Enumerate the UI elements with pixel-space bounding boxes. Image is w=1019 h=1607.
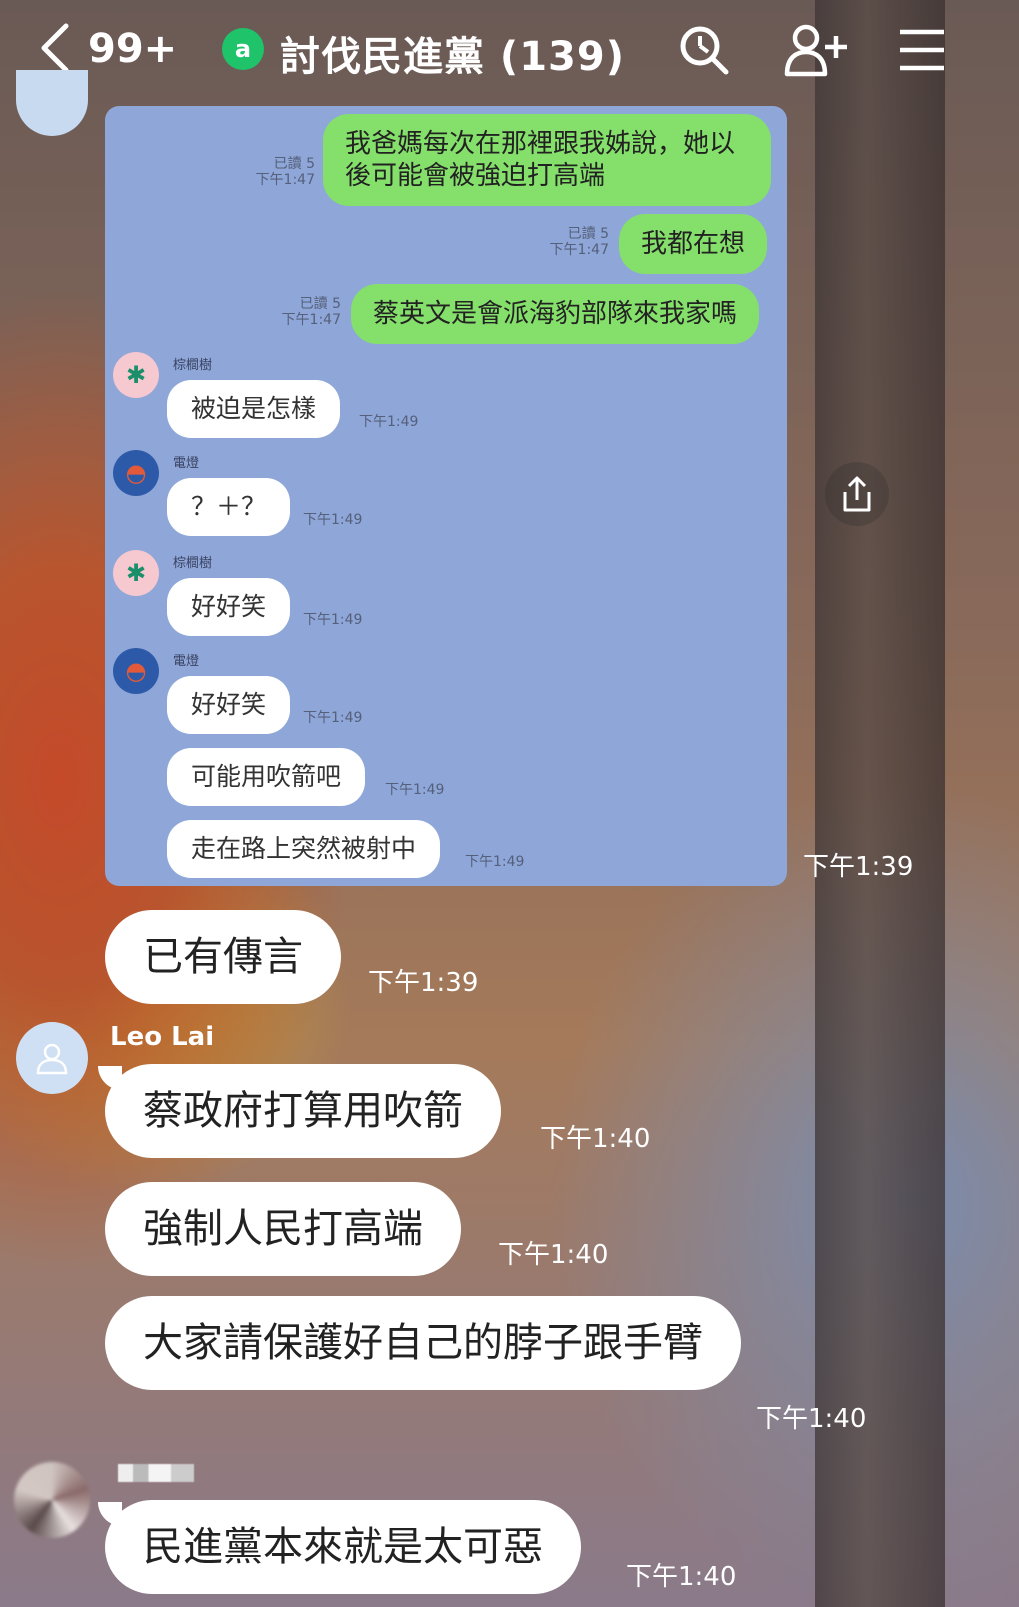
sender-name: 電燈 [173,654,200,669]
avatar[interactable] [16,1022,88,1094]
sent-bubble: 我爸媽每次在那裡跟我姊說，她以後可能會被強迫打高端 [323,114,771,206]
chat-header: 99+ a 討伐民進黨 (139) [0,0,1019,100]
read-receipt: 已讀 5 下午1:47 [281,296,341,328]
sent-bubble: 我都在想 [619,214,768,274]
message-time: 下午1:39 [803,852,914,882]
share-button[interactable] [825,462,889,526]
sender-name: 棕櫚樹 [173,556,213,571]
message-bubble[interactable]: 大家請保護好自己的脖子跟手臂 [105,1296,741,1390]
message-time: 下午1:49 [359,414,419,430]
message-bubble[interactable]: 強制人民打高端 [105,1182,461,1276]
sender-name: 電燈 [173,456,200,471]
message-time: 下午1:49 [303,512,363,528]
received-bubble: 好好笑 [167,676,291,734]
background-pillar [815,0,945,1607]
menu-button[interactable] [896,22,952,78]
chevron-left-icon [41,23,69,73]
received-bubble: ？＋？ [167,478,291,536]
lamp-icon: ◓ [113,450,159,496]
chat-title: 討伐民進黨 (139) [280,34,625,80]
sender-name: 棕櫚樹 [173,358,213,373]
message-time: 下午1:49 [385,782,445,798]
unread-count[interactable]: 99+ [88,26,177,72]
sender-name-blurred [118,1464,194,1482]
message-bubble[interactable]: 蔡政府打算用吹箭 [105,1064,501,1158]
search-icon [680,26,729,75]
add-friend-icon [784,24,847,77]
palm-tree-icon: ✱ [113,550,159,596]
search-button[interactable] [676,22,732,78]
received-bubble: 被迫是怎樣 [167,380,341,438]
lamp-icon: ◓ [113,648,159,694]
message-bubble[interactable]: 民進黨本來就是太可惡 [105,1500,581,1594]
message-time: 下午1:40 [756,1404,867,1434]
message-time: 下午1:40 [540,1124,651,1154]
group-badge-icon: a [222,28,264,70]
message-time: 下午1:49 [303,612,363,628]
received-bubble: 可能用吹箭吧 [167,748,366,806]
message-time: 下午1:49 [303,710,363,726]
add-friend-button[interactable] [784,22,847,78]
received-bubble: 好好笑 [167,578,291,636]
sent-bubble: 蔡英文是會派海豹部隊來我家嗎 [351,284,760,344]
avatar[interactable] [14,1462,90,1538]
message-bubble[interactable]: 已有傳言 [105,910,341,1004]
received-bubble: 走在路上突然被射中 [167,820,441,878]
message-time: 下午1:40 [626,1562,737,1592]
read-receipt: 已讀 5 下午1:47 [255,156,315,188]
share-icon [843,476,871,512]
user-icon [36,1043,68,1075]
sender-name: Leo Lai [110,1022,215,1052]
menu-icon [900,29,944,71]
message-time: 下午1:40 [498,1240,609,1270]
message-time: 下午1:49 [465,854,525,870]
palm-tree-icon: ✱ [113,352,159,398]
read-receipt: 已讀 5 下午1:47 [549,226,609,258]
message-time: 下午1:39 [368,968,479,998]
image-message[interactable]: 已讀 5 下午1:47 我爸媽每次在那裡跟我姊說，她以後可能會被強迫打高端 已讀 … [105,106,787,886]
